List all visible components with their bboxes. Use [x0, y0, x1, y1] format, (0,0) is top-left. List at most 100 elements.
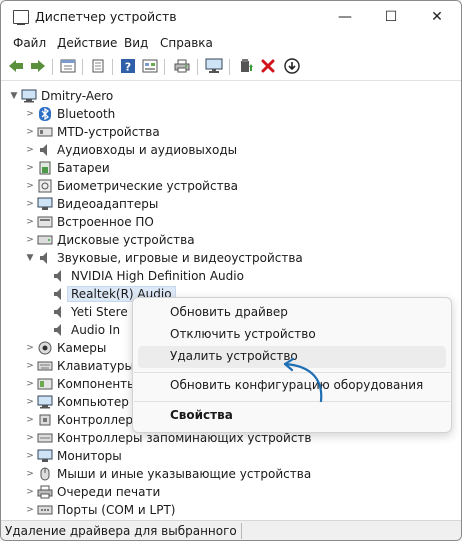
category-print-queues[interactable]: > Очереди печати: [23, 483, 160, 501]
caret-right-icon[interactable]: >: [23, 451, 37, 461]
caret-right-icon[interactable]: >: [23, 181, 37, 191]
close-button[interactable]: ✕: [417, 5, 457, 29]
category-monitors[interactable]: > Мониторы: [23, 447, 122, 465]
download-icon[interactable]: [283, 57, 301, 75]
port-icon: [37, 503, 53, 517]
speaker-icon: [51, 287, 67, 301]
menu-properties[interactable]: Свойства: [138, 405, 446, 427]
category-biometric[interactable]: > Биометрические устройства: [23, 177, 238, 195]
device-manager-icon: [13, 10, 29, 25]
category-bluetooth[interactable]: > Bluetooth: [23, 105, 115, 123]
device-nvidia-audio[interactable]: NVIDIA High Definition Audio: [51, 267, 244, 285]
status-text: Удаление драйвера для выбранного устрой: [5, 524, 241, 538]
forward-arrow-icon[interactable]: [29, 57, 47, 75]
menu-update-driver-label: Обновить драйвер: [170, 305, 288, 319]
computer-icon: [37, 395, 53, 409]
device-yeti-stereo[interactable]: Yeti Stere: [51, 303, 128, 321]
category-components[interactable]: > Компоненть: [23, 375, 134, 393]
caret-down-icon[interactable]: ▼: [7, 91, 21, 101]
menu-help[interactable]: Справка: [160, 36, 213, 50]
caret-right-icon[interactable]: >: [23, 397, 37, 407]
tree-root[interactable]: ▼ Dmitry-Aero: [7, 87, 114, 105]
title-bar: Диспетчер устройств — ☐ ✕: [1, 1, 461, 33]
category-label: Порты (COM и LPT): [57, 503, 176, 517]
maximize-button[interactable]: ☐: [371, 5, 411, 29]
device-audio-in[interactable]: Audio In: [51, 321, 120, 339]
caret-right-icon[interactable]: >: [23, 127, 37, 137]
caret-right-icon[interactable]: >: [23, 109, 37, 119]
category-display-adapters[interactable]: > Видеоадаптеры: [23, 195, 158, 213]
disk-drive-icon: [37, 233, 53, 247]
caret-right-icon[interactable]: >: [23, 505, 37, 515]
caret-right-icon[interactable]: >: [23, 145, 37, 155]
category-controllers[interactable]: > Контроллеры: [23, 411, 142, 429]
device-label: NVIDIA High Definition Audio: [71, 269, 244, 283]
caret-right-icon[interactable]: >: [23, 199, 37, 209]
view-icon[interactable]: [141, 57, 159, 75]
uninstall-icon[interactable]: [259, 57, 277, 75]
category-label: Аудиовходы и аудиовыходы: [57, 143, 238, 157]
category-label: Компьютер: [57, 395, 129, 409]
print-icon[interactable]: [173, 57, 191, 75]
caret-right-icon[interactable]: >: [23, 217, 37, 227]
caret-right-icon[interactable]: >: [23, 487, 37, 497]
status-bar: Удаление драйвера для выбранного устрой: [1, 520, 461, 540]
properties-icon[interactable]: [59, 57, 77, 75]
category-audio-io[interactable]: > Аудиовходы и аудиовыходы: [23, 141, 237, 159]
mouse-icon: [37, 467, 53, 481]
caret-right-icon[interactable]: >: [23, 361, 37, 371]
category-sound-video[interactable]: ▼ Звуковые, игровые и видеоустройства: [23, 249, 303, 267]
category-label: Видеоадаптеры: [57, 197, 159, 211]
caret-right-icon[interactable]: >: [23, 379, 37, 389]
category-disk-drives[interactable]: > Дисковые устройства: [23, 231, 195, 249]
menu-view[interactable]: Вид: [124, 36, 148, 50]
monitor-icon: [37, 449, 53, 463]
controller-icon: [37, 413, 53, 427]
speaker-icon: [37, 251, 53, 265]
caret-right-icon[interactable]: >: [23, 163, 37, 173]
category-cameras[interactable]: > Камеры: [23, 339, 106, 357]
menu-disable-device[interactable]: Отключить устройство: [138, 324, 446, 346]
update-driver-icon[interactable]: [237, 57, 255, 75]
printer-icon: [37, 485, 53, 499]
category-mtd[interactable]: > MTD-устройства: [23, 123, 160, 141]
toolbar: ?: [1, 54, 461, 81]
device-label: Audio In: [71, 323, 121, 337]
menu-disable-device-label: Отключить устройство: [170, 327, 316, 341]
caret-right-icon[interactable]: >: [23, 343, 37, 353]
caret-right-icon[interactable]: >: [23, 415, 37, 425]
status-divider: [241, 523, 242, 539]
category-firmware[interactable]: > Встроенное ПО: [23, 213, 154, 231]
speaker-icon: [51, 305, 67, 319]
category-ports[interactable]: > Порты (COM и LPT): [23, 501, 175, 519]
category-keyboards[interactable]: > Клавиатуры: [23, 357, 134, 375]
category-batteries[interactable]: > Батареи: [23, 159, 110, 177]
display-adapter-icon: [37, 197, 53, 211]
annotation-arrow-icon: [283, 357, 323, 403]
caret-down-icon[interactable]: ▼: [23, 253, 37, 263]
caret-right-icon[interactable]: >: [23, 235, 37, 245]
back-arrow-icon[interactable]: [7, 57, 25, 75]
category-label: Контроллеры: [57, 413, 143, 427]
menu-file[interactable]: Файл: [13, 36, 46, 50]
menu-update-driver[interactable]: Обновить драйвер: [138, 302, 446, 324]
help-icon[interactable]: ?: [119, 57, 137, 75]
caret-right-icon[interactable]: >: [23, 469, 37, 479]
category-label: Дисковые устройства: [57, 233, 195, 247]
category-mice[interactable]: > Мыши и иные указывающие устройства: [23, 465, 311, 483]
category-label: Биометрические устройства: [57, 179, 238, 193]
caret-right-icon[interactable]: >: [23, 433, 37, 443]
menu-action[interactable]: Действие: [57, 36, 117, 50]
category-computer[interactable]: > Компьютер: [23, 393, 129, 411]
driver-icon[interactable]: [89, 57, 107, 75]
device-manager-window: Диспетчер устройств — ☐ ✕ Файл Действие …: [0, 0, 462, 541]
category-label: Звуковые, игровые и видеоустройства: [57, 251, 303, 265]
biometric-icon: [37, 179, 53, 193]
minimize-button[interactable]: —: [325, 5, 365, 29]
menu-properties-label: Свойства: [170, 408, 233, 422]
firmware-icon: [37, 215, 53, 229]
speaker-icon: [51, 269, 67, 283]
device-label: Yeti Stere: [71, 305, 128, 319]
speaker-icon: [37, 143, 53, 157]
monitor-icon[interactable]: [205, 57, 223, 75]
